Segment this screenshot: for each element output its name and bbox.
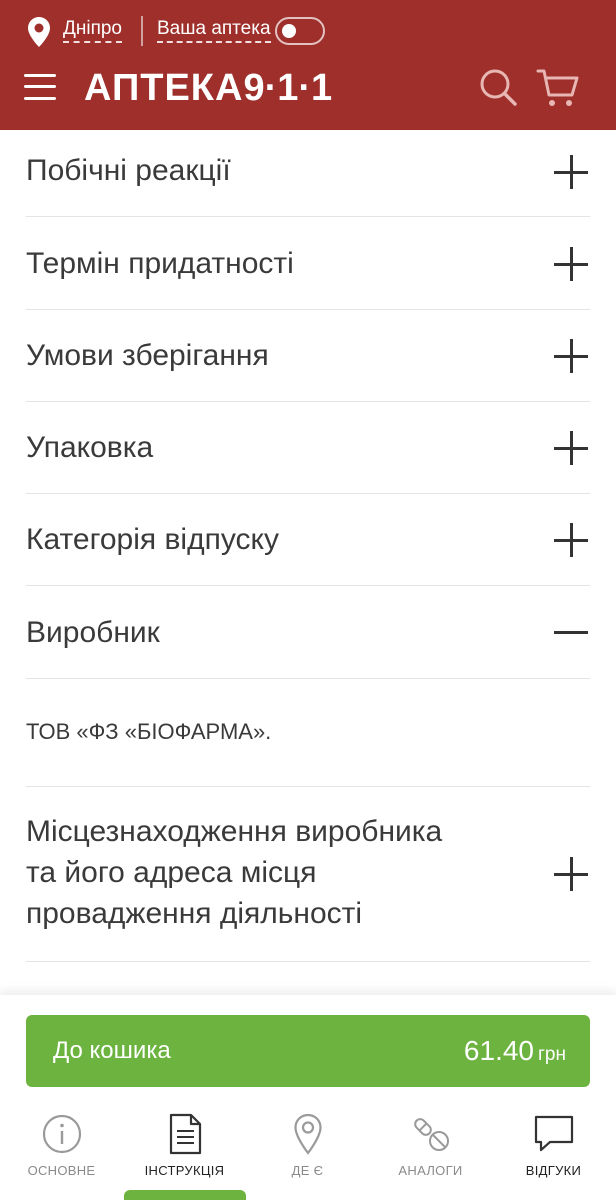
tab-instructions[interactable]: ІНСТРУКЦІЯ — [123, 1105, 246, 1185]
logo-number: 9·1·1 — [243, 67, 333, 109]
tab-analogs[interactable]: АНАЛОГИ — [369, 1105, 492, 1185]
accordion-label: Умови зберігання — [26, 339, 269, 372]
accordion-label-line-3: провадження діяльності — [26, 897, 363, 930]
accordion-label-line-1: Місцезнаходження виробника — [26, 815, 443, 848]
accordion-label: Категорія відпуску — [26, 523, 279, 556]
price-value: 61.40 — [463, 1035, 534, 1066]
pills-icon — [414, 1118, 449, 1151]
accordion-item-storage[interactable]: Умови зберігання — [26, 310, 590, 402]
price-currency: грн — [538, 1044, 566, 1065]
accordion-label-line-2: та його адреса місця — [26, 856, 317, 889]
accordion-item-shelf-life[interactable]: Термін придатності — [26, 217, 590, 310]
accordion-label: Упаковка — [26, 431, 154, 464]
plus-icon[interactable] — [554, 431, 588, 465]
tab-main[interactable]: ОСНОВНЕ — [0, 1105, 123, 1185]
toggle-knob — [282, 24, 296, 38]
bottom-tab-bar: ОСНОВНЕ ІНСТРУКЦІЯ ДЕ Є АНАЛОГИ ВІДГУКИ — [0, 1105, 616, 1200]
location-pin-icon[interactable] — [26, 16, 52, 48]
plus-icon[interactable] — [554, 339, 588, 373]
logo[interactable]: АПТЕКА9·1·1 — [84, 64, 332, 112]
app-header: Дніпро Ваша аптека АПТЕКА9·1·1 — [0, 0, 616, 130]
bottom-panel: До кошика 61.40 грн ОСНОВНЕ ІНСТРУКЦІЯ Д… — [0, 995, 616, 1200]
document-icon — [169, 1113, 202, 1155]
info-icon — [42, 1114, 82, 1154]
add-to-cart-label: До кошика — [53, 1037, 171, 1064]
plus-icon[interactable] — [554, 857, 588, 891]
tab-label: АНАЛОГИ — [398, 1163, 463, 1178]
pharmacy-selector[interactable]: Ваша аптека — [157, 18, 271, 43]
accordion-item-package[interactable]: Упаковка — [26, 402, 590, 494]
plus-icon[interactable] — [554, 247, 588, 281]
cart-icon[interactable] — [536, 66, 580, 110]
accordion-item-dispense-category[interactable]: Категорія відпуску — [26, 494, 590, 586]
minus-icon[interactable] — [554, 615, 588, 649]
location-icon — [294, 1113, 322, 1155]
chat-icon — [534, 1115, 574, 1152]
menu-icon[interactable] — [24, 70, 56, 104]
location-bar: Дніпро Ваша аптека — [0, 0, 616, 62]
header-divider — [141, 16, 143, 46]
accordion-item-manufacturer[interactable]: Виробник — [26, 586, 590, 679]
plus-icon[interactable] — [554, 155, 588, 189]
accordion-label: Побічні реакції — [26, 154, 231, 187]
accordion-item-side-effects[interactable]: Побічні реакції — [26, 130, 590, 217]
pharmacy-toggle[interactable] — [275, 17, 325, 45]
accordion-label: Термін придатності — [26, 247, 294, 280]
tab-label: ОСНОВНЕ — [27, 1163, 96, 1178]
accordion-item-manufacturer-address[interactable]: Місцезнаходження виробника та його адрес… — [26, 787, 590, 962]
manufacturer-name: ТОВ «ФЗ «БІОФАРМА». — [26, 719, 272, 744]
tab-reviews[interactable]: ВІДГУКИ — [492, 1105, 615, 1185]
active-tab-indicator — [124, 1190, 246, 1200]
tab-label: ІНСТРУКЦІЯ — [144, 1163, 225, 1178]
tab-label: ДЕ Є — [291, 1163, 324, 1178]
city-selector[interactable]: Дніпро — [63, 18, 123, 43]
price: 61.40 грн — [464, 1035, 566, 1067]
add-to-cart-button[interactable]: До кошика 61.40 грн — [26, 1015, 590, 1087]
tab-where-available[interactable]: ДЕ Є — [246, 1105, 369, 1185]
accordion-label: Виробник — [26, 616, 160, 649]
search-icon[interactable] — [478, 67, 518, 107]
logo-text: АПТЕКА — [84, 67, 244, 109]
manufacturer-content: ТОВ «ФЗ «БІОФАРМА». — [26, 679, 590, 787]
tab-label: ВІДГУКИ — [525, 1163, 582, 1178]
plus-icon[interactable] — [554, 523, 588, 557]
